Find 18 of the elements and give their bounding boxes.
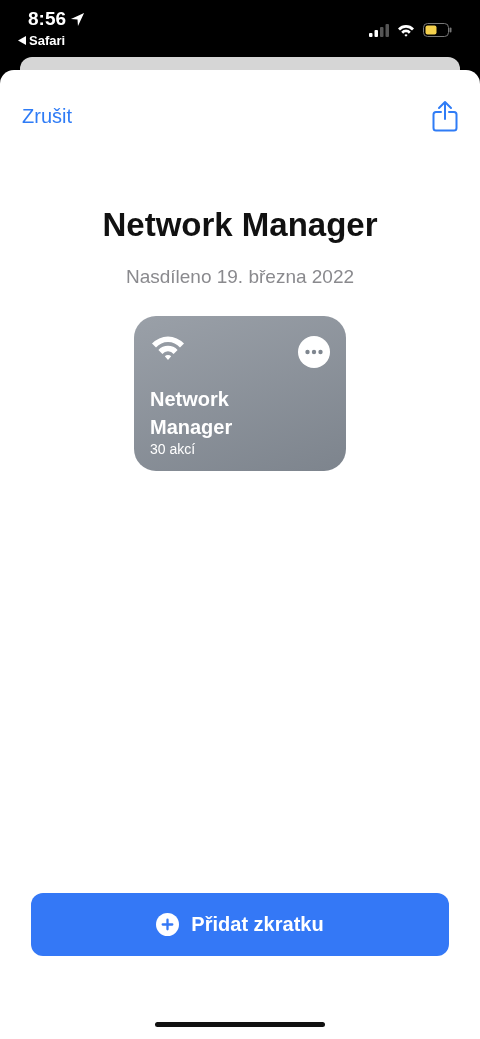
status-time: 8:56 — [28, 8, 67, 30]
share-icon[interactable] — [432, 100, 458, 132]
signal-icon — [369, 23, 389, 37]
back-link[interactable]: Safari — [29, 33, 66, 48]
shortcut-name: Network Manager — [150, 387, 234, 440]
cancel-link[interactable]: Zrušit — [22, 104, 72, 128]
battery-icon — [423, 23, 452, 37]
location-arrow-icon — [70, 11, 86, 27]
action-count: 30 akcí — [150, 441, 197, 457]
shortcut-title: Network Manager — [102, 206, 378, 244]
shortcut-card[interactable]: Network Manager 30 akcí — [134, 316, 346, 471]
back-triangle-icon — [18, 36, 26, 45]
add-shortcut-button[interactable]: Přidat zkratku — [31, 893, 449, 956]
wifi-icon — [397, 23, 415, 37]
plus-circle-icon — [156, 913, 180, 936]
shared-date: Nasdíleno 19. března 2022 — [125, 266, 355, 288]
more-icon[interactable] — [298, 336, 330, 368]
wifi-icon — [150, 334, 186, 361]
